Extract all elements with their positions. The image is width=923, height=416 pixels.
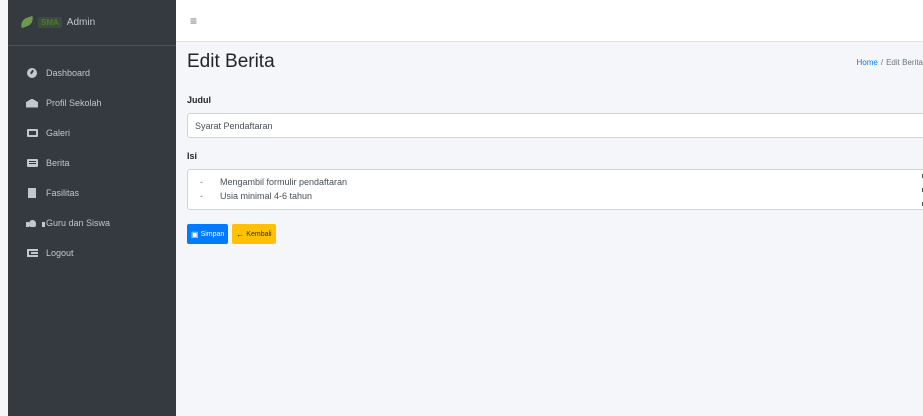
breadcrumb-separator: / — [880, 57, 884, 67]
logout-icon — [26, 248, 38, 258]
back-button[interactable]: ← Kembali — [232, 224, 276, 244]
sidebar-nav: Dashboard Profil Sekolah Galeri Berita F… — [8, 46, 176, 268]
main-content: Edit Berita Home / Edit Berita Judul Sya… — [176, 42, 923, 416]
isi-line-text: Mengambil formulir pendaftaran — [220, 177, 348, 187]
isi-line: - Mengambil formulir pendaftaran — [200, 175, 919, 189]
sidebar-item-guru-dan-siswa[interactable]: Guru dan Siswa — [8, 208, 176, 238]
sidebar-item-label: Guru dan Siswa — [46, 218, 111, 228]
breadcrumb: Home / Edit Berita — [857, 58, 923, 67]
dashboard-icon — [26, 68, 38, 78]
judul-input[interactable]: Syarat Pendaftaran — [187, 113, 923, 138]
isi-line: - Usia minimal 4-6 tahun — [200, 189, 919, 203]
sidebar-item-label: Profil Sekolah — [46, 98, 102, 108]
sidebar-item-dashboard[interactable]: Dashboard — [8, 58, 176, 88]
list-bullet: - — [200, 177, 203, 187]
isi-textarea[interactable]: - Mengambil formulir pendaftaran - Usia mi… — [187, 169, 923, 210]
sidebar-item-label: Logout — [46, 248, 74, 258]
sidebar-item-profil-sekolah[interactable]: Profil Sekolah — [8, 88, 176, 118]
arrow-left-icon: ← — [236, 229, 245, 239]
content-header: Edit Berita Home / Edit Berita — [187, 42, 923, 82]
sidebar-item-label: Galeri — [46, 128, 71, 138]
form-actions: ▣ Simpan ← Kembali — [187, 224, 923, 244]
sidebar: SMA Admin Dashboard Profil Sekolah Galer… — [8, 0, 176, 416]
gallery-icon — [26, 128, 38, 138]
save-button[interactable]: ▣ Simpan — [187, 224, 229, 244]
save-button-label: Simpan — [200, 230, 225, 238]
sidebar-item-logout[interactable]: Logout — [8, 238, 176, 268]
sidebar-item-fasilitas[interactable]: Fasilitas — [8, 178, 176, 208]
breadcrumb-current: Edit Berita — [886, 57, 923, 67]
sidebar-item-label: Dashboard — [46, 68, 91, 78]
sidebar-item-berita[interactable]: Berita — [8, 148, 176, 178]
brand[interactable]: SMA Admin — [8, 0, 176, 46]
sidebar-item-galeri[interactable]: Galeri — [8, 118, 176, 148]
school-icon — [26, 98, 38, 108]
newspaper-icon — [26, 158, 38, 168]
back-button-label: Kembali — [246, 230, 272, 238]
page-title: Edit Berita — [187, 51, 275, 72]
isi-label: Isi — [187, 151, 198, 161]
judul-input-value: Syarat Pendaftaran — [195, 120, 273, 131]
leaf-logo-icon — [20, 18, 36, 28]
hamburger-menu-icon[interactable]: ≡ — [190, 14, 197, 28]
top-navbar: ≡ — [176, 0, 923, 42]
users-icon — [26, 218, 45, 228]
breadcrumb-home-link[interactable]: Home — [857, 58, 878, 67]
sidebar-item-label: Berita — [46, 158, 70, 168]
brand-title: Admin — [66, 17, 96, 28]
list-bullet: - — [200, 191, 203, 201]
building-icon — [26, 188, 38, 198]
isi-line-text: Usia minimal 4-6 tahun — [220, 191, 313, 201]
save-icon: ▣ — [191, 229, 199, 239]
sidebar-item-label: Fasilitas — [46, 188, 80, 198]
judul-label: Judul — [187, 95, 211, 105]
brand-logo: SMA — [38, 17, 62, 28]
